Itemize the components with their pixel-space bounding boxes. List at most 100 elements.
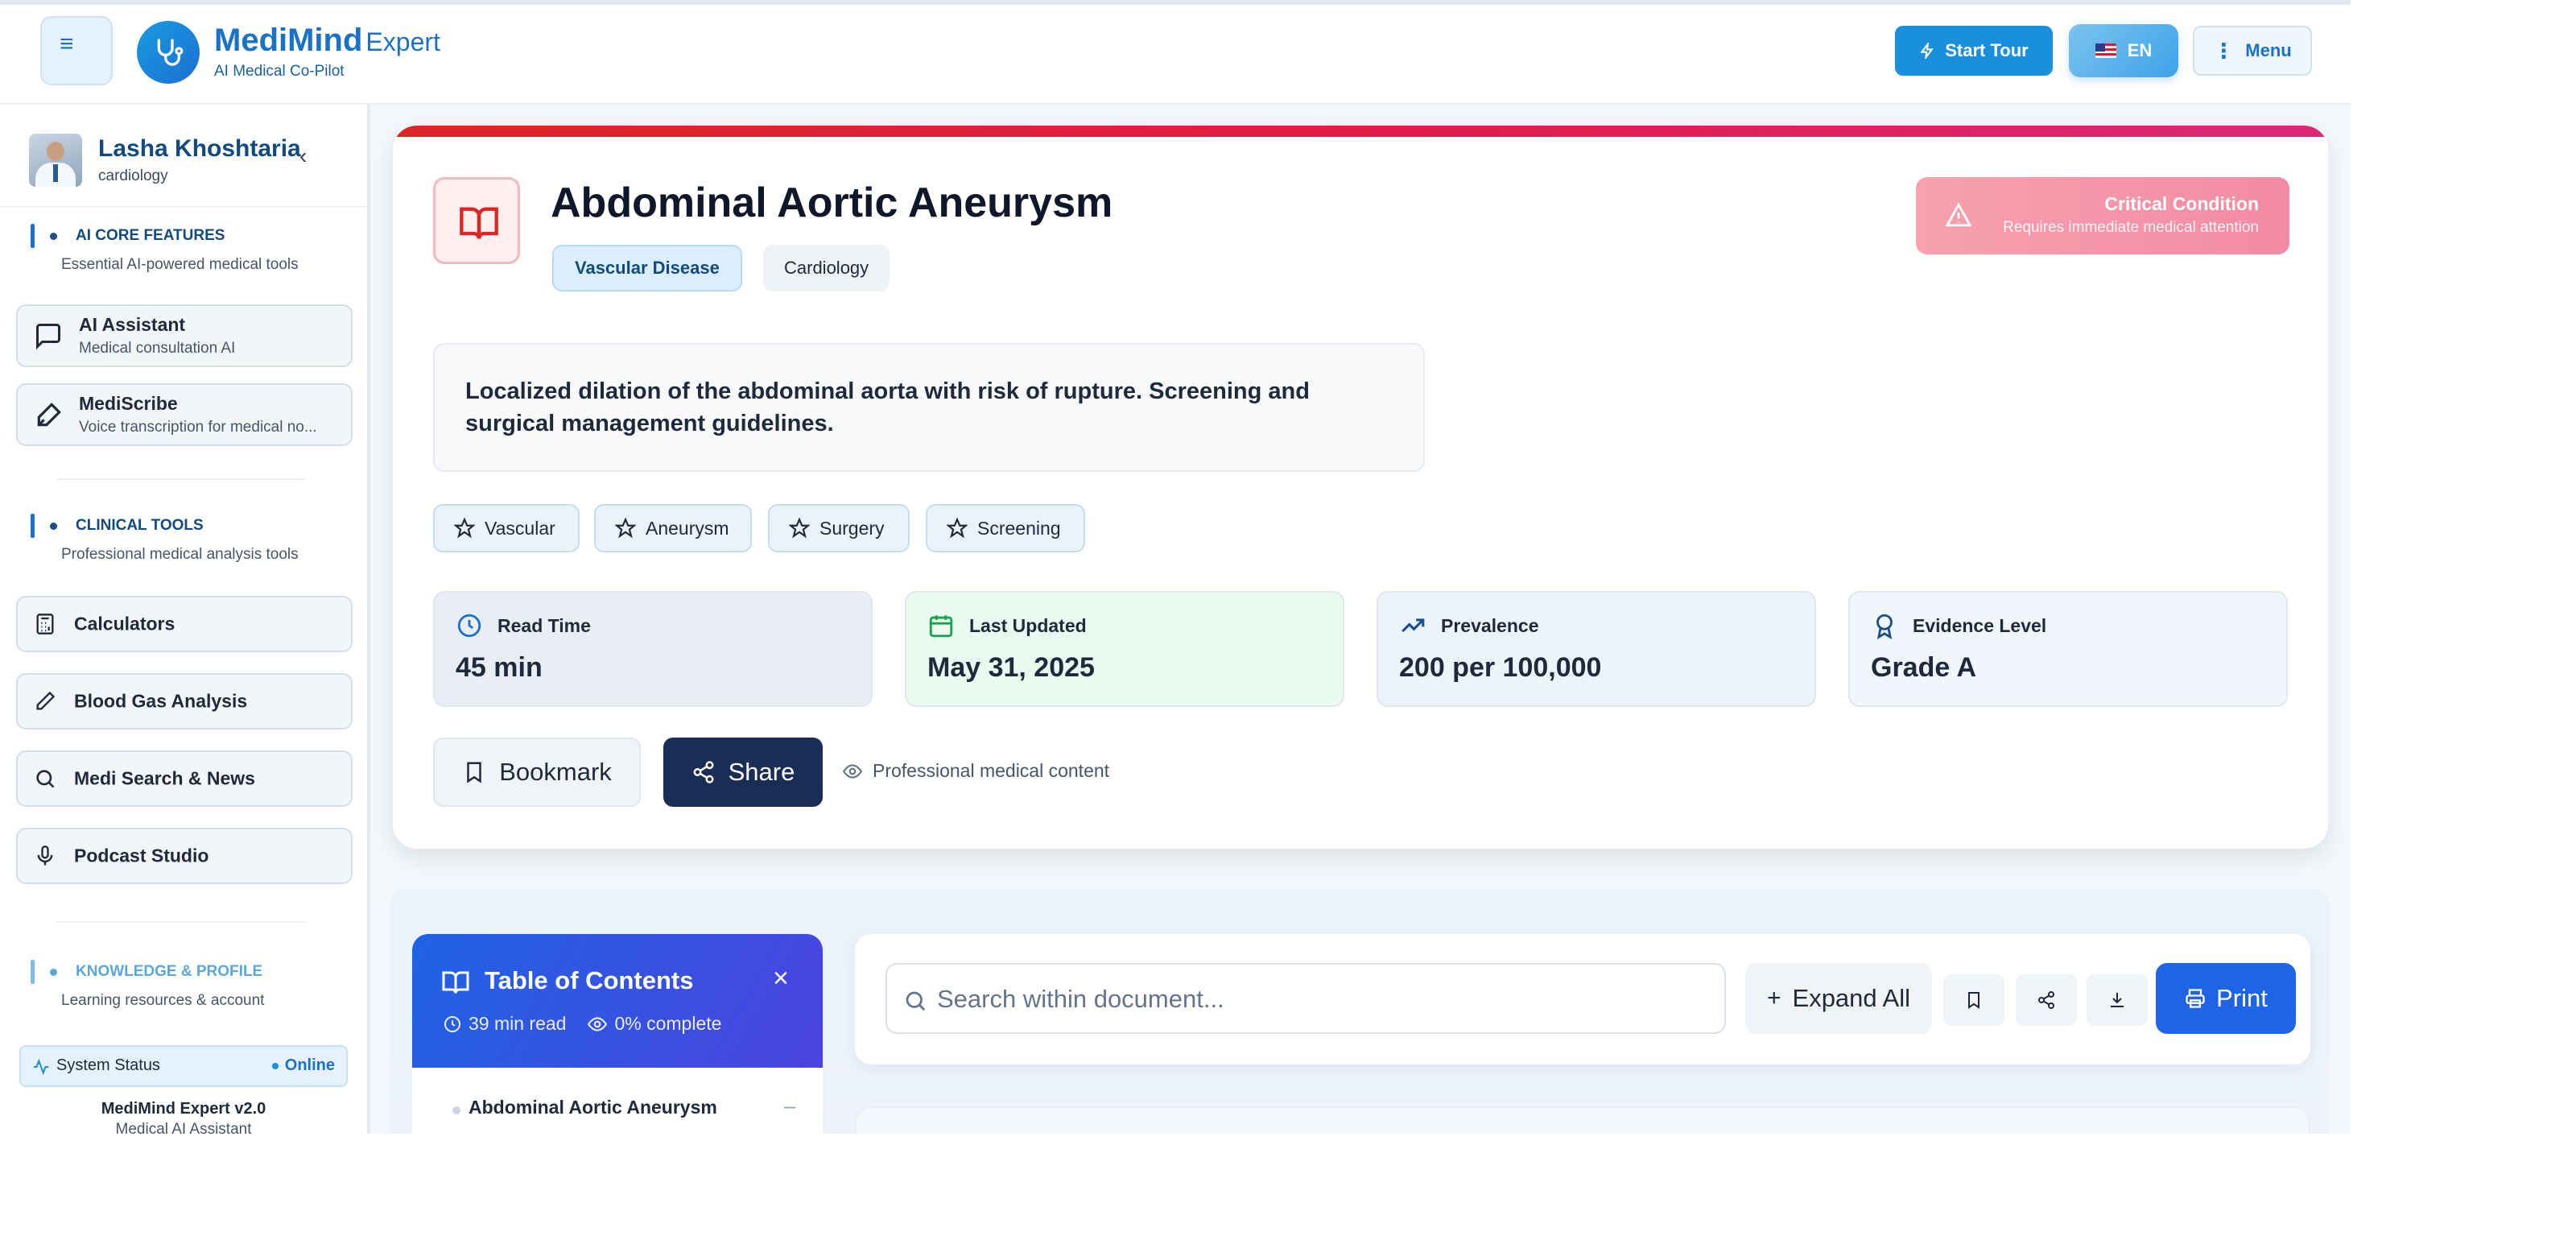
- pen-icon: [37, 403, 61, 427]
- sidebar-item-ai-assistant[interactable]: AI Assistant Medical consultation AI: [16, 304, 353, 367]
- search-icon: [36, 770, 55, 788]
- system-status-label: System Status: [56, 1056, 160, 1074]
- calculator-icon: [36, 614, 54, 634]
- stat-label: Read Time: [497, 615, 591, 636]
- tag-screening[interactable]: Screening: [926, 504, 1085, 552]
- share-label: Share: [728, 758, 795, 786]
- search-input[interactable]: [937, 979, 1710, 1019]
- book-icon: [433, 177, 520, 264]
- section-subtitle: Essential AI-powered medical tools: [61, 256, 299, 273]
- description-box: Localized dilation of the abdominal aort…: [433, 343, 1425, 472]
- stat-prevalence: Prevalence 200 per 100,000: [1377, 591, 1816, 707]
- category-badge: Vascular Disease: [552, 245, 742, 291]
- sidebar-item-calculators[interactable]: Calculators: [16, 596, 353, 652]
- chat-icon: [36, 324, 60, 350]
- clock-icon: [444, 1015, 460, 1032]
- app-version-sub: Medical AI Assistant: [115, 1121, 252, 1134]
- sidebar-item-label: MediScribe: [79, 393, 178, 414]
- trending-up-icon: [1402, 618, 1425, 633]
- search-field[interactable]: [886, 963, 1726, 1034]
- brand-main: MediMind: [214, 23, 363, 58]
- us-flag-icon: [2095, 43, 2116, 58]
- tag-label: Aneurysm: [646, 517, 729, 539]
- sidebar-item-blood-gas[interactable]: Blood Gas Analysis: [16, 673, 353, 730]
- sidebar: Lasha Khoshtaria cardiology ‹ AI CORE FE…: [0, 105, 370, 1134]
- share-icon: [2038, 991, 2054, 1009]
- plus-icon: +: [1766, 985, 1781, 1011]
- specialty-badge: Cardiology: [763, 245, 890, 291]
- tag-vascular[interactable]: Vascular: [433, 504, 580, 552]
- critical-accent-bar: [393, 126, 2328, 137]
- alert-triangle-icon: [1945, 202, 1972, 227]
- share-icon: [693, 761, 714, 783]
- start-tour-button[interactable]: Start Tour: [1895, 26, 2053, 76]
- section-title: AI CORE FEATURES: [76, 227, 225, 244]
- sidebar-item-mediscribe[interactable]: MediScribe Voice transcription for medic…: [16, 383, 353, 446]
- brand-name: MediMind Expert: [214, 23, 440, 59]
- toolbar-bookmark-button[interactable]: [1943, 974, 2004, 1026]
- toc-header: Table of Contents × 39 min read 0% compl…: [412, 934, 823, 1068]
- toc-item[interactable]: Abdominal Aortic Aneurysm: [469, 1097, 717, 1118]
- stat-label: Prevalence: [1441, 615, 1539, 636]
- calendar-icon: [929, 615, 953, 638]
- toolbar-share-button[interactable]: [2016, 974, 2077, 1026]
- bookmark-icon: [467, 762, 481, 783]
- eye-icon: [588, 1016, 608, 1031]
- start-tour-label: Start Tour: [1945, 40, 2029, 60]
- system-status: System Status Online: [19, 1045, 348, 1087]
- language-button[interactable]: EN: [2069, 24, 2178, 77]
- content-section-card: [855, 1106, 2310, 1134]
- sidebar-item-medi-search[interactable]: Medi Search & News: [16, 750, 353, 807]
- award-icon: [1876, 614, 1893, 639]
- more-vertical-icon: ⋮: [2213, 38, 2235, 63]
- stat-value: Grade A: [1871, 652, 1977, 683]
- sidebar-item-label: Podcast Studio: [74, 845, 209, 866]
- menu-button[interactable]: ⋮ Menu: [2193, 26, 2312, 76]
- bookmark-label: Bookmark: [499, 758, 612, 786]
- critical-condition-badge: Critical Condition Requires immediate me…: [1916, 177, 2289, 254]
- section-title: CLINICAL TOOLS: [76, 517, 204, 534]
- printer-icon: [2186, 989, 2205, 1008]
- profile-specialty: cardiology: [98, 167, 168, 184]
- expand-all-button[interactable]: + Expand All: [1745, 963, 1932, 1034]
- tag-label: Screening: [977, 517, 1061, 539]
- hamburger-menu-button[interactable]: ≡: [40, 16, 113, 85]
- star-icon: [789, 518, 810, 539]
- print-button[interactable]: Print: [2156, 963, 2296, 1034]
- download-button[interactable]: [2087, 974, 2148, 1026]
- sidebar-item-podcast[interactable]: Podcast Studio: [16, 828, 353, 884]
- search-icon: [906, 991, 926, 1011]
- page-title: Abdominal Aortic Aneurysm: [551, 180, 1113, 226]
- close-icon[interactable]: ×: [773, 963, 789, 994]
- microphone-icon: [37, 845, 53, 866]
- toc-item-bullet: [452, 1106, 460, 1114]
- sidebar-item-label: Blood Gas Analysis: [74, 690, 248, 712]
- critical-title: Critical Condition: [2104, 193, 2259, 214]
- bookmark-button[interactable]: Bookmark: [433, 738, 641, 807]
- professional-note: Professional medical content: [842, 760, 1109, 782]
- logo-stethoscope-icon: [137, 21, 200, 84]
- tag-surgery[interactable]: Surgery: [768, 504, 910, 552]
- toc-title: Table of Contents: [485, 966, 694, 994]
- stat-last-updated: Last Updated May 31, 2025: [905, 591, 1344, 707]
- collapse-sidebar-icon[interactable]: ‹: [299, 143, 307, 169]
- table-of-contents: Table of Contents × 39 min read 0% compl…: [412, 934, 823, 1134]
- article-header-card: Abdominal Aortic Aneurysm Vascular Disea…: [393, 126, 2328, 849]
- share-button[interactable]: Share: [663, 738, 823, 807]
- toc-collapse-toggle[interactable]: –: [784, 1093, 795, 1118]
- stat-read-time: Read Time 45 min: [433, 591, 873, 707]
- stat-evidence-level: Evidence Level Grade A: [1848, 591, 2288, 707]
- avatar: [29, 134, 82, 187]
- stat-value: May 31, 2025: [927, 652, 1095, 683]
- top-header: ≡ MediMind Expert AI Medical Co-Pilot Sta…: [0, 5, 2351, 105]
- description-text: Localized dilation of the abdominal aort…: [465, 378, 1310, 436]
- star-icon: [615, 518, 636, 539]
- brand-suffix: Expert: [365, 27, 440, 56]
- app-version: MediMind Expert v2.0: [101, 1100, 266, 1118]
- divider: [0, 206, 367, 208]
- system-status-value: Online: [272, 1056, 335, 1075]
- document-toolbar: + Expand All Print: [855, 934, 2310, 1064]
- tag-aneurysm[interactable]: Aneurysm: [594, 504, 752, 552]
- stat-label: Evidence Level: [1913, 615, 2047, 636]
- toc-meta: 39 min read 0% complete: [443, 1013, 721, 1035]
